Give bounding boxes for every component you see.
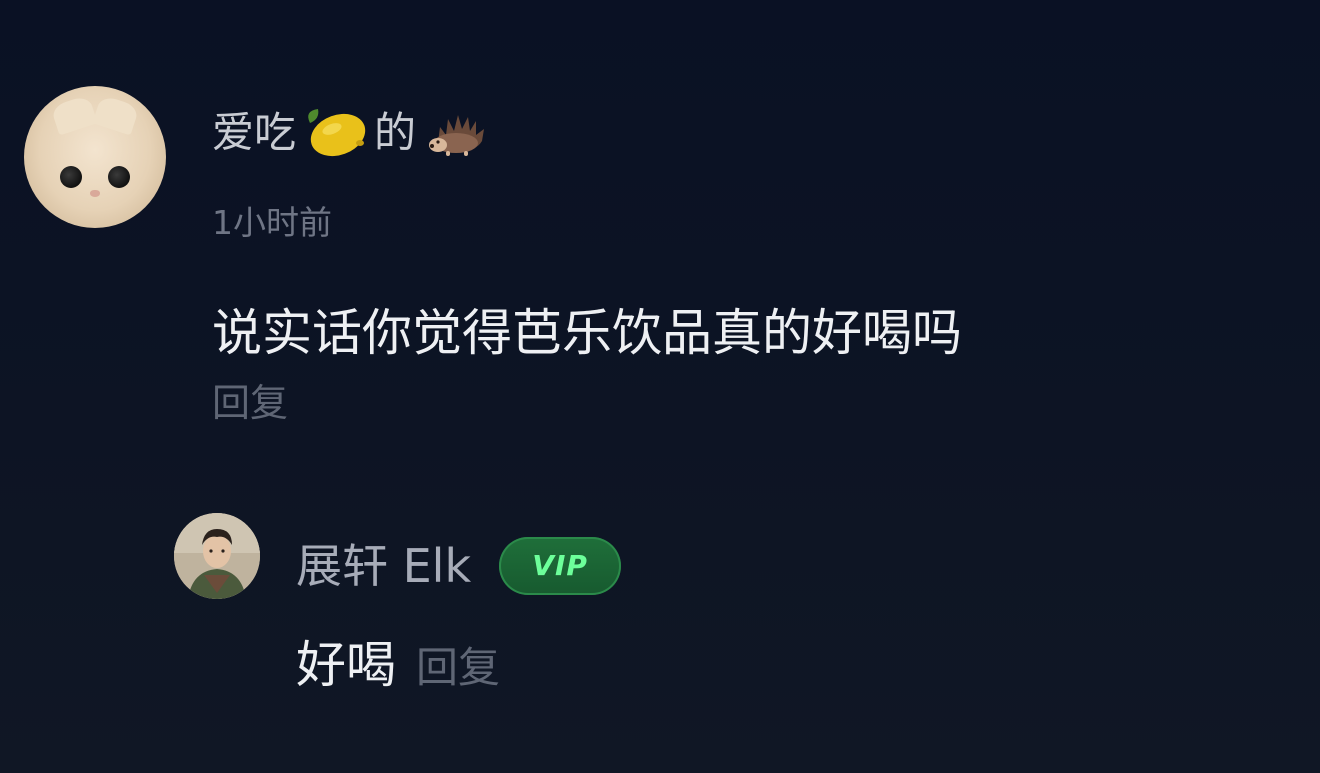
commenter-username[interactable]: 爱吃 的	[212, 100, 494, 166]
reply-to-reply-button[interactable]: 回复	[416, 647, 500, 689]
replier-avatar[interactable]	[174, 513, 260, 599]
username-prefix: 爱吃	[212, 108, 297, 157]
lemon-icon	[300, 103, 370, 163]
comment-body[interactable]: 说实话你觉得芭乐饮品真的好喝吗	[212, 308, 962, 358]
hedgehog-icon	[426, 105, 494, 161]
username-suffix: 的	[374, 108, 417, 157]
comment-thread: 爱吃 的 1小时前 说实话你觉得芭乐饮品真的好喝吗 回复 展轩 Elk VIP …	[0, 0, 1320, 773]
reply-button[interactable]: 回复	[212, 384, 288, 422]
cat-nose	[90, 190, 100, 197]
replier-username[interactable]: 展轩 Elk	[296, 543, 471, 589]
commenter-avatar[interactable]	[24, 86, 166, 228]
comment-timestamp: 1小时前	[212, 203, 332, 242]
vip-badge: VIP	[499, 537, 622, 595]
cat-eye-left	[60, 166, 82, 188]
reply-content-row: 好喝 回复	[296, 640, 500, 690]
vip-badge-label: VIP	[532, 549, 588, 582]
cat-ear-left	[50, 94, 98, 136]
cat-ear-right	[92, 94, 140, 136]
cat-eye-right	[108, 166, 130, 188]
replier-username-row: 展轩 Elk VIP	[296, 536, 622, 596]
reply-body[interactable]: 好喝	[296, 640, 396, 690]
